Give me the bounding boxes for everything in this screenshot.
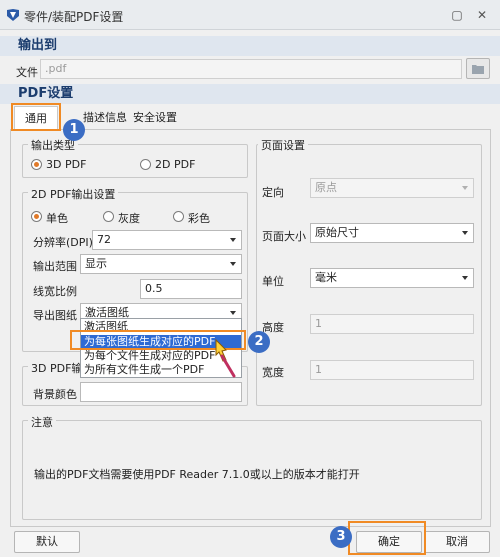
tab-security[interactable]: 安全设置	[124, 106, 186, 130]
unit-select[interactable]: 毫米	[310, 268, 474, 288]
default-button[interactable]: 默认	[14, 531, 80, 553]
file-path-input[interactable]: .pdf	[40, 59, 462, 79]
radio-2d-pdf[interactable]	[140, 159, 151, 170]
pdf-settings-dialog: 零件/装配PDF设置 ▢ ✕ 输出到 文件 .pdf PDF设置 通用 描述信息…	[0, 0, 500, 557]
radio-gray[interactable]	[103, 211, 114, 222]
orientation-value: 原点	[315, 181, 337, 194]
resolution-label: 分辨率(DPI)	[33, 236, 93, 249]
range-select[interactable]: 显示	[80, 254, 242, 274]
orientation-label: 定向	[262, 186, 284, 199]
file-label: 文件	[16, 66, 38, 79]
unit-value: 毫米	[315, 271, 337, 284]
pdf-settings-heading: PDF设置	[0, 84, 500, 104]
line-ratio-label: 线宽比例	[33, 285, 77, 298]
help-icon[interactable]: ▢	[449, 7, 465, 23]
radio-mono-label: 单色	[46, 212, 68, 225]
app-logo-icon	[7, 9, 19, 21]
page-size-value: 原始尺寸	[315, 226, 359, 239]
radio-3d-pdf-label: 3D PDF	[46, 158, 87, 171]
close-icon[interactable]: ✕	[474, 7, 490, 23]
height-input[interactable]: 1	[310, 314, 474, 334]
folder-icon	[472, 65, 484, 74]
page-size-select[interactable]: 原始尺寸	[310, 223, 474, 243]
resolution-value: 72	[97, 233, 111, 246]
width-label: 宽度	[262, 366, 284, 379]
cancel-button[interactable]: 取消	[424, 531, 490, 553]
radio-gray-label: 灰度	[118, 212, 140, 225]
chevron-down-icon	[462, 231, 468, 235]
page-settings-title: 页面设置	[258, 137, 308, 153]
export-label: 导出图纸	[33, 309, 77, 322]
step-badge-1: 1	[63, 119, 85, 141]
browse-button[interactable]	[466, 58, 490, 79]
orientation-select[interactable]: 原点	[310, 178, 474, 198]
width-input[interactable]: 1	[310, 360, 474, 380]
chevron-down-icon	[230, 238, 236, 242]
step-badge-3: 3	[330, 526, 352, 548]
bg-color-input[interactable]	[80, 382, 242, 402]
chevron-down-icon	[462, 186, 468, 190]
bg-color-label: 背景颜色	[33, 388, 77, 401]
pdf2d-settings-title: 2D PDF输出设置	[28, 186, 119, 202]
hand-cursor-icon	[215, 338, 236, 378]
page-size-label: 页面大小	[262, 230, 306, 243]
output-section-heading: 输出到	[0, 36, 500, 56]
chevron-down-icon	[230, 262, 236, 266]
chevron-down-icon	[462, 276, 468, 280]
resolution-select[interactable]: 72	[92, 230, 242, 250]
unit-label: 单位	[262, 275, 284, 288]
range-label: 输出范围	[33, 260, 77, 273]
radio-3d-pdf[interactable]	[31, 159, 42, 170]
note-text: 输出的PDF文档需要使用PDF Reader 7.1.0或以上的版本才能打开	[34, 468, 360, 481]
radio-color[interactable]	[173, 211, 184, 222]
step-badge-2: 2	[248, 331, 270, 353]
radio-color-label: 彩色	[188, 212, 210, 225]
title-bar: 零件/装配PDF设置 ▢ ✕	[0, 0, 500, 30]
highlight-ok-button	[348, 521, 426, 555]
line-ratio-input[interactable]: 0.5	[140, 279, 242, 299]
window-title: 零件/装配PDF设置	[24, 10, 124, 24]
radio-2d-pdf-label: 2D PDF	[155, 158, 196, 171]
radio-mono[interactable]	[31, 211, 42, 222]
note-title: 注意	[28, 414, 56, 430]
range-value: 显示	[85, 257, 107, 270]
chevron-down-icon	[230, 311, 236, 315]
highlight-tab-general	[11, 103, 61, 131]
